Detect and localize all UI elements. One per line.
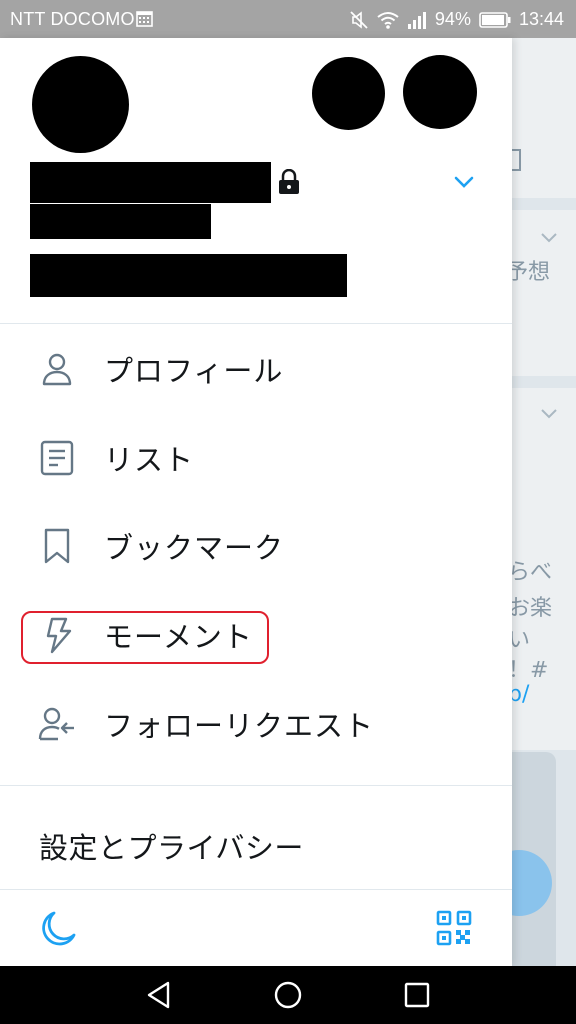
- back-icon[interactable]: [144, 980, 174, 1010]
- qr-code-icon[interactable]: [436, 910, 472, 946]
- background-card: [512, 38, 576, 198]
- highlight-box: [21, 611, 269, 664]
- settings-privacy-link[interactable]: 設定とプライバシー: [39, 825, 304, 867]
- menu-item-lists[interactable]: リスト: [0, 421, 512, 495]
- background-timeline: 予想 らべ お楽 い ！# p/: [512, 38, 576, 966]
- menu-label: ブックマーク: [104, 531, 285, 565]
- menu-item-follow-requests[interactable]: フォローリクエスト: [0, 687, 512, 761]
- bookmark-icon: [44, 528, 70, 564]
- recents-icon[interactable]: [402, 980, 432, 1010]
- list-icon: [40, 440, 74, 476]
- calendar-icon: [136, 11, 153, 27]
- secondary-account-avatar[interactable]: [403, 55, 477, 129]
- background-text: ！#: [512, 658, 549, 683]
- compose-icon: [512, 149, 521, 171]
- menu-label: リスト: [104, 443, 195, 477]
- wifi-icon: [377, 11, 399, 29]
- divider: [0, 785, 512, 786]
- person-arrow-icon: [38, 707, 74, 741]
- divider: [0, 889, 512, 890]
- home-icon[interactable]: [273, 980, 303, 1010]
- signal-icon: [407, 11, 426, 29]
- status-bar: NTT DOCOMO 94% 13:44: [0, 0, 576, 38]
- chevron-down-icon: [541, 409, 557, 419]
- person-icon: [42, 353, 72, 386]
- menu-item-bookmarks[interactable]: ブックマーク: [0, 509, 512, 583]
- secondary-account-avatar[interactable]: [312, 57, 385, 130]
- navigation-drawer: プロフィール リスト ブックマーク モーメント フォローリクエスト 設定とプライ…: [0, 38, 512, 966]
- chevron-down-icon: [541, 233, 557, 243]
- clock: 13:44: [518, 9, 564, 29]
- divider: [0, 323, 512, 324]
- menu-item-profile[interactable]: プロフィール: [0, 332, 512, 406]
- lock-icon: [279, 169, 299, 194]
- menu-label: プロフィール: [104, 354, 284, 388]
- menu-label: フォローリクエスト: [104, 709, 375, 743]
- username-redacted: [30, 204, 211, 239]
- chevron-down-icon[interactable]: [453, 175, 475, 189]
- background-link: p/: [512, 682, 530, 707]
- follow-counts-redacted: [30, 254, 347, 297]
- display-name-redacted: [30, 162, 271, 203]
- battery-icon: [479, 11, 511, 28]
- carrier-name: NTT DOCOMO: [10, 9, 135, 29]
- background-text: お楽: [512, 596, 553, 621]
- battery-percent: 94%: [434, 9, 471, 29]
- moon-icon[interactable]: [38, 909, 78, 949]
- mute-icon: [350, 10, 368, 29]
- background-text: らべ: [512, 560, 553, 585]
- background-text: い: [512, 628, 531, 653]
- system-nav-bar: [0, 966, 576, 1024]
- account-avatar[interactable]: [32, 56, 129, 153]
- background-text: 予想: [512, 260, 551, 285]
